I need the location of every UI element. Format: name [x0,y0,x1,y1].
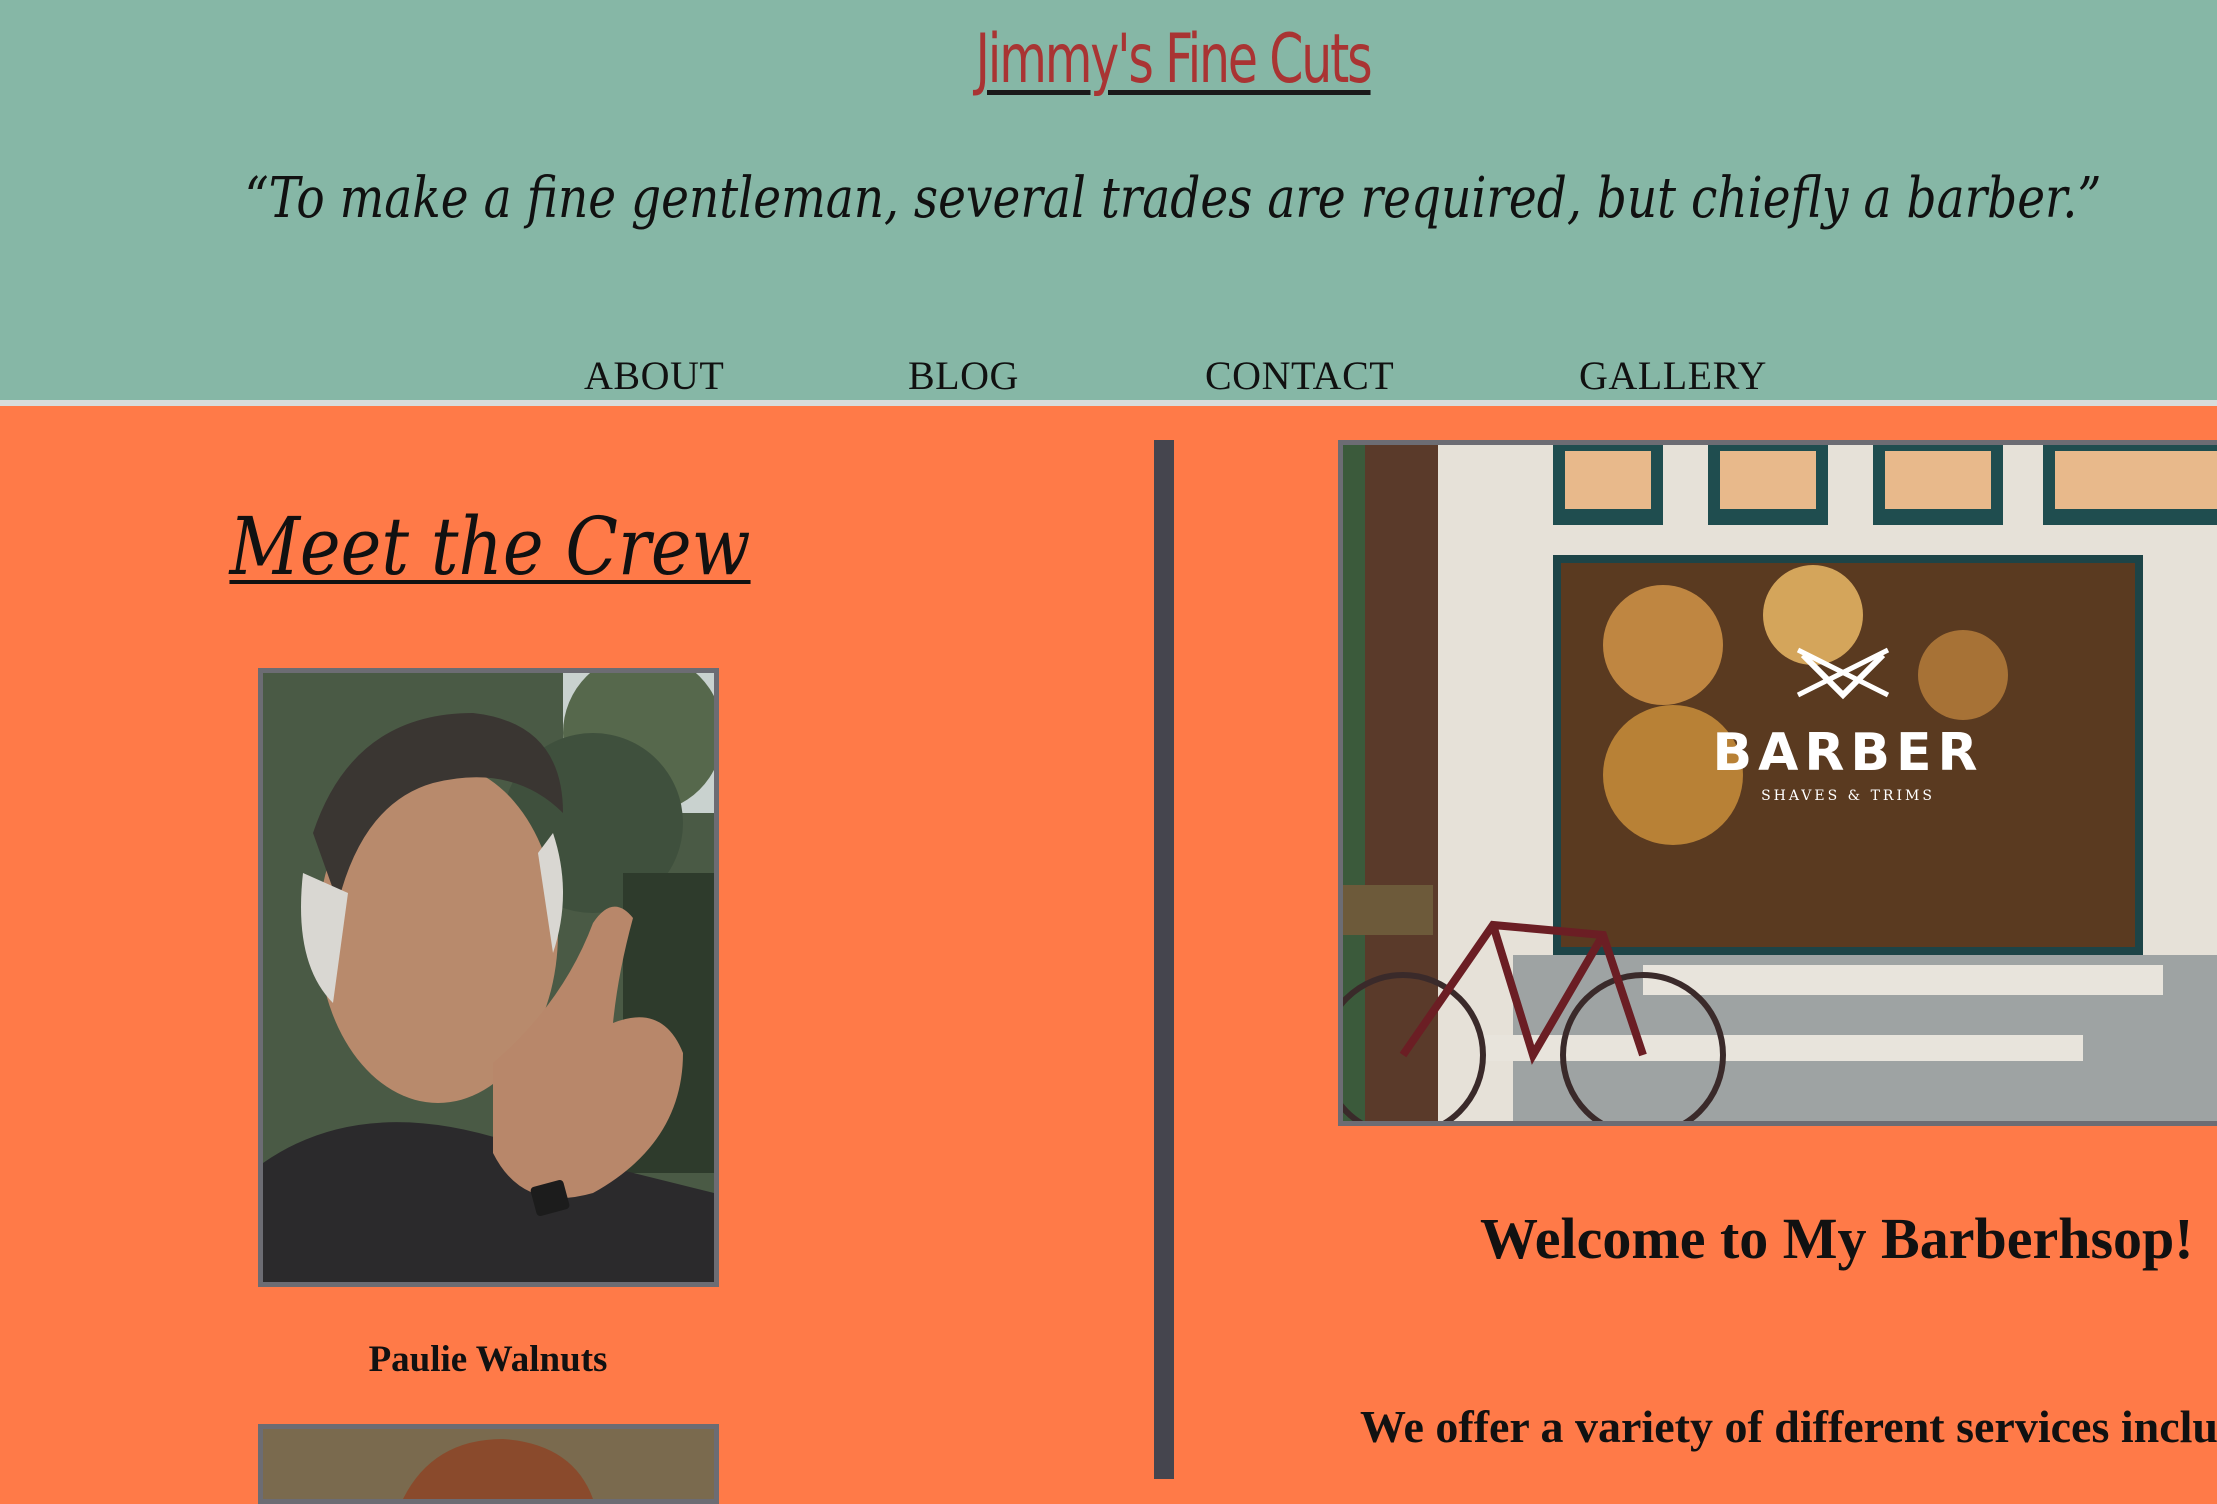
crew-heading: Meet the Crew [229,500,751,593]
storefront-image: BARBER SHAVES & TRIMS [1343,445,2217,1121]
services-intro-text: We offer a variety of different services… [1360,1401,2217,1452]
nav-blog-link[interactable]: BLOG [908,352,1019,399]
site-title[interactable]: Jimmy's Fine Cuts [328,20,2017,99]
column-divider [1154,440,1174,1479]
shop-sign-text: BARBER [1712,723,1983,783]
crew-photo-next [258,1424,719,1504]
nav-about-link[interactable]: ABOUT [584,352,724,399]
shop-sign-subtext: SHAVES & TRIMS [1761,788,1935,804]
crew-member-name: Paulie Walnuts [368,1339,608,1380]
barbershop-storefront-photo: BARBER SHAVES & TRIMS [1338,440,2217,1126]
crew-portrait-image-partial [263,1429,714,1499]
welcome-heading: Welcome to My Barberhsop! [1480,1206,2194,1271]
nav-gallery-link[interactable]: GALLERY [1579,352,1767,399]
nav-contact-link[interactable]: CONTACT [1205,352,1394,399]
crew-portrait-image [263,673,714,1282]
crew-photo-paulie [258,668,719,1287]
site-header: Jimmy's Fine Cuts “To make a fine gentle… [0,0,2217,400]
tagline-quote: “To make a fine gentleman, several trade… [244,166,2102,231]
header-divider [0,400,2217,406]
main-nav: ABOUT BLOG CONTACT GALLERY [0,352,2217,399]
